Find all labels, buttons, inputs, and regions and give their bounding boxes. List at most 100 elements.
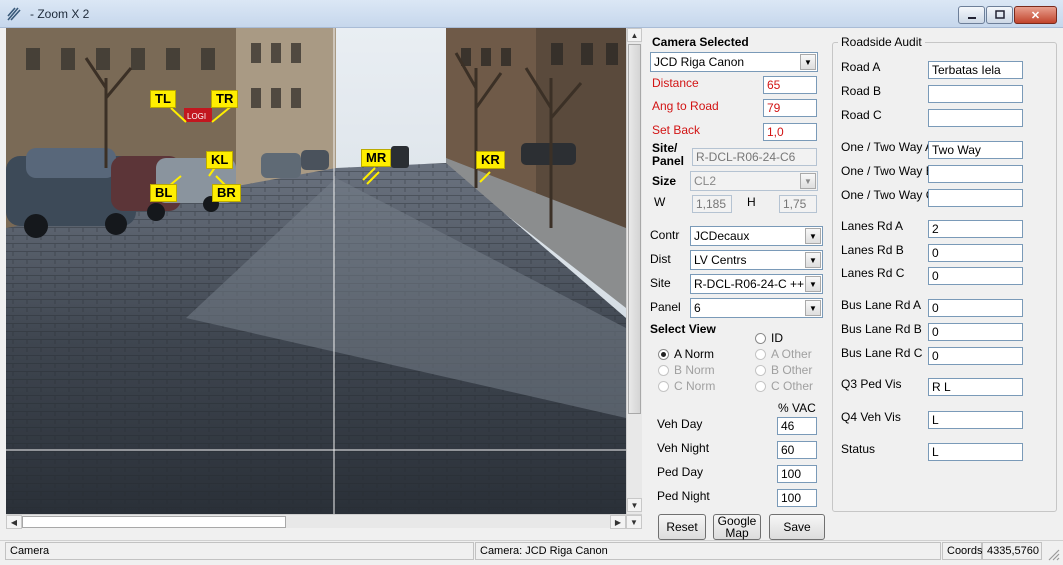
google-map-button[interactable]: Google Map — [713, 514, 761, 540]
save-button[interactable]: Save — [769, 514, 825, 540]
h-label: H — [747, 195, 756, 209]
w-label: W — [654, 195, 666, 209]
audit-label-one-two-way-a: One / Two Way A — [841, 140, 934, 154]
vertical-scrollbar[interactable]: ▲ ▼ — [626, 28, 642, 514]
audit-field-bus-lane-rd-c[interactable]: 0 — [928, 347, 1023, 365]
app-icon — [7, 7, 21, 21]
site-label: Site — [650, 276, 671, 290]
scroll-end-icon[interactable]: ▼ — [626, 515, 642, 529]
radio-a-other[interactable]: A Other — [755, 347, 812, 361]
audit-label-q4-veh-vis: Q4 Veh Vis — [841, 410, 901, 424]
resize-grip-icon[interactable] — [1046, 547, 1060, 561]
select-view-heading: Select View — [650, 322, 716, 336]
radio-b-norm[interactable]: B Norm — [658, 363, 715, 377]
radio-id[interactable]: ID — [755, 331, 783, 345]
set-back-label: Set Back — [652, 123, 701, 137]
horizontal-scrollbar[interactable]: ◀ ▶ ▼ — [6, 514, 642, 529]
ped-day-label: Ped Day — [657, 465, 704, 479]
contr-label: Contr — [650, 228, 680, 242]
tag-br[interactable]: BR — [212, 184, 241, 202]
street-photo: LOGI — [6, 28, 626, 514]
audit-field-lanes-rd-b[interactable]: 0 — [928, 244, 1023, 262]
close-button[interactable]: ✕ — [1014, 6, 1057, 24]
radio-dot-icon — [658, 380, 669, 392]
radio-id-label: ID — [771, 331, 783, 345]
scroll-up-icon[interactable]: ▲ — [627, 28, 642, 42]
ped-day-field[interactable]: 100 — [777, 465, 817, 483]
audit-field-lanes-rd-c[interactable]: 0 — [928, 267, 1023, 285]
audit-field-q3-ped-vis[interactable]: R L — [928, 378, 1023, 396]
audit-field-q4-veh-vis[interactable]: L — [928, 411, 1023, 429]
reset-button[interactable]: Reset — [658, 514, 706, 540]
radio-dot-icon — [755, 332, 766, 344]
veh-day-field[interactable]: 46 — [777, 417, 817, 435]
audit-label-road-c: Road C — [841, 108, 882, 122]
radio-a-norm[interactable]: A Norm — [658, 347, 714, 361]
tag-tr[interactable]: TR — [211, 90, 239, 108]
audit-label-road-b: Road B — [841, 84, 882, 98]
chevron-down-icon: ▼ — [805, 228, 821, 244]
street-photo-viewport[interactable]: LOGI TL TR KL BL BR MR KR — [6, 28, 626, 514]
site-panel-field[interactable]: R-DCL-R06-24-C6 — [692, 148, 817, 166]
audit-field-road-a[interactable]: Terbatas Iela — [928, 61, 1023, 79]
size-select[interactable]: CL2 ▼ — [690, 171, 818, 191]
minimize-button[interactable] — [958, 6, 985, 24]
audit-label-road-a: Road A — [841, 60, 881, 74]
chevron-down-icon: ▼ — [805, 252, 821, 268]
size-select-value: CL2 — [694, 174, 717, 188]
status-coords-label: Coords — [942, 542, 982, 560]
w-field[interactable]: 1,185 — [692, 195, 732, 213]
audit-field-one-two-way-a[interactable]: Two Way — [928, 141, 1023, 159]
radio-b-other-label: B Other — [771, 363, 813, 377]
veh-night-field[interactable]: 60 — [777, 441, 817, 459]
tag-kr[interactable]: KR — [476, 151, 505, 169]
audit-label-bus-lane-rd-b: Bus Lane Rd B — [841, 322, 922, 336]
radio-c-norm[interactable]: C Norm — [658, 379, 715, 393]
ped-night-label: Ped Night — [657, 489, 710, 503]
set-back-field[interactable]: 1,0 — [763, 123, 817, 141]
ped-night-field[interactable]: 100 — [777, 489, 817, 507]
tag-tl[interactable]: TL — [150, 90, 176, 108]
audit-field-road-c[interactable] — [928, 109, 1023, 127]
window-title: - Zoom X 2 — [30, 7, 90, 21]
radio-c-other[interactable]: C Other — [755, 379, 813, 393]
tag-bl[interactable]: BL — [150, 184, 178, 202]
radio-a-norm-label: A Norm — [674, 347, 715, 361]
radio-c-other-label: C Other — [771, 379, 814, 393]
dist-select-value: LV Centrs — [694, 253, 747, 267]
horizontal-scroll-thumb[interactable] — [22, 516, 286, 528]
audit-field-lanes-rd-a[interactable]: 2 — [928, 220, 1023, 238]
ang-to-road-field[interactable]: 79 — [763, 99, 817, 117]
distance-field[interactable]: 65 — [763, 76, 817, 94]
radio-dot-icon — [755, 364, 766, 376]
tag-mr[interactable]: MR — [361, 149, 392, 167]
audit-label-bus-lane-rd-a: Bus Lane Rd A — [841, 298, 922, 312]
audit-field-road-b[interactable] — [928, 85, 1023, 103]
maximize-icon — [994, 10, 1005, 19]
maximize-button[interactable] — [986, 6, 1013, 24]
tag-kl[interactable]: KL — [206, 151, 234, 169]
ang-to-road-label: Ang to Road — [652, 99, 719, 113]
google-map-button-line2: Map — [725, 526, 749, 540]
dist-select[interactable]: LV Centrs ▼ — [690, 250, 823, 270]
camera-select[interactable]: JCD Riga Canon ▼ — [650, 52, 818, 72]
vertical-scroll-thumb[interactable] — [628, 44, 641, 414]
radio-c-norm-label: C Norm — [674, 379, 716, 393]
h-field[interactable]: 1,75 — [779, 195, 817, 213]
scroll-left-icon[interactable]: ◀ — [6, 515, 22, 529]
scroll-right-icon[interactable]: ▶ — [610, 515, 626, 529]
audit-field-one-two-way-b[interactable] — [928, 165, 1023, 183]
audit-field-one-two-way-c[interactable] — [928, 189, 1023, 207]
audit-field-status[interactable]: L — [928, 443, 1023, 461]
audit-field-bus-lane-rd-b[interactable]: 0 — [928, 323, 1023, 341]
audit-field-bus-lane-rd-a[interactable]: 0 — [928, 299, 1023, 317]
scroll-down-icon[interactable]: ▼ — [627, 498, 642, 512]
chevron-down-icon: ▼ — [800, 173, 816, 189]
site-select[interactable]: R-DCL-R06-24-C ++ ▼ — [690, 274, 823, 294]
contr-select[interactable]: JCDecaux ▼ — [690, 226, 823, 246]
status-coords-value: 4335,5760 — [982, 542, 1042, 560]
radio-b-other[interactable]: B Other — [755, 363, 812, 377]
roadside-audit-heading: Roadside Audit — [838, 35, 925, 49]
audit-label-one-two-way-c: One / Two Way C — [841, 188, 935, 202]
panel-select[interactable]: 6 ▼ — [690, 298, 823, 318]
